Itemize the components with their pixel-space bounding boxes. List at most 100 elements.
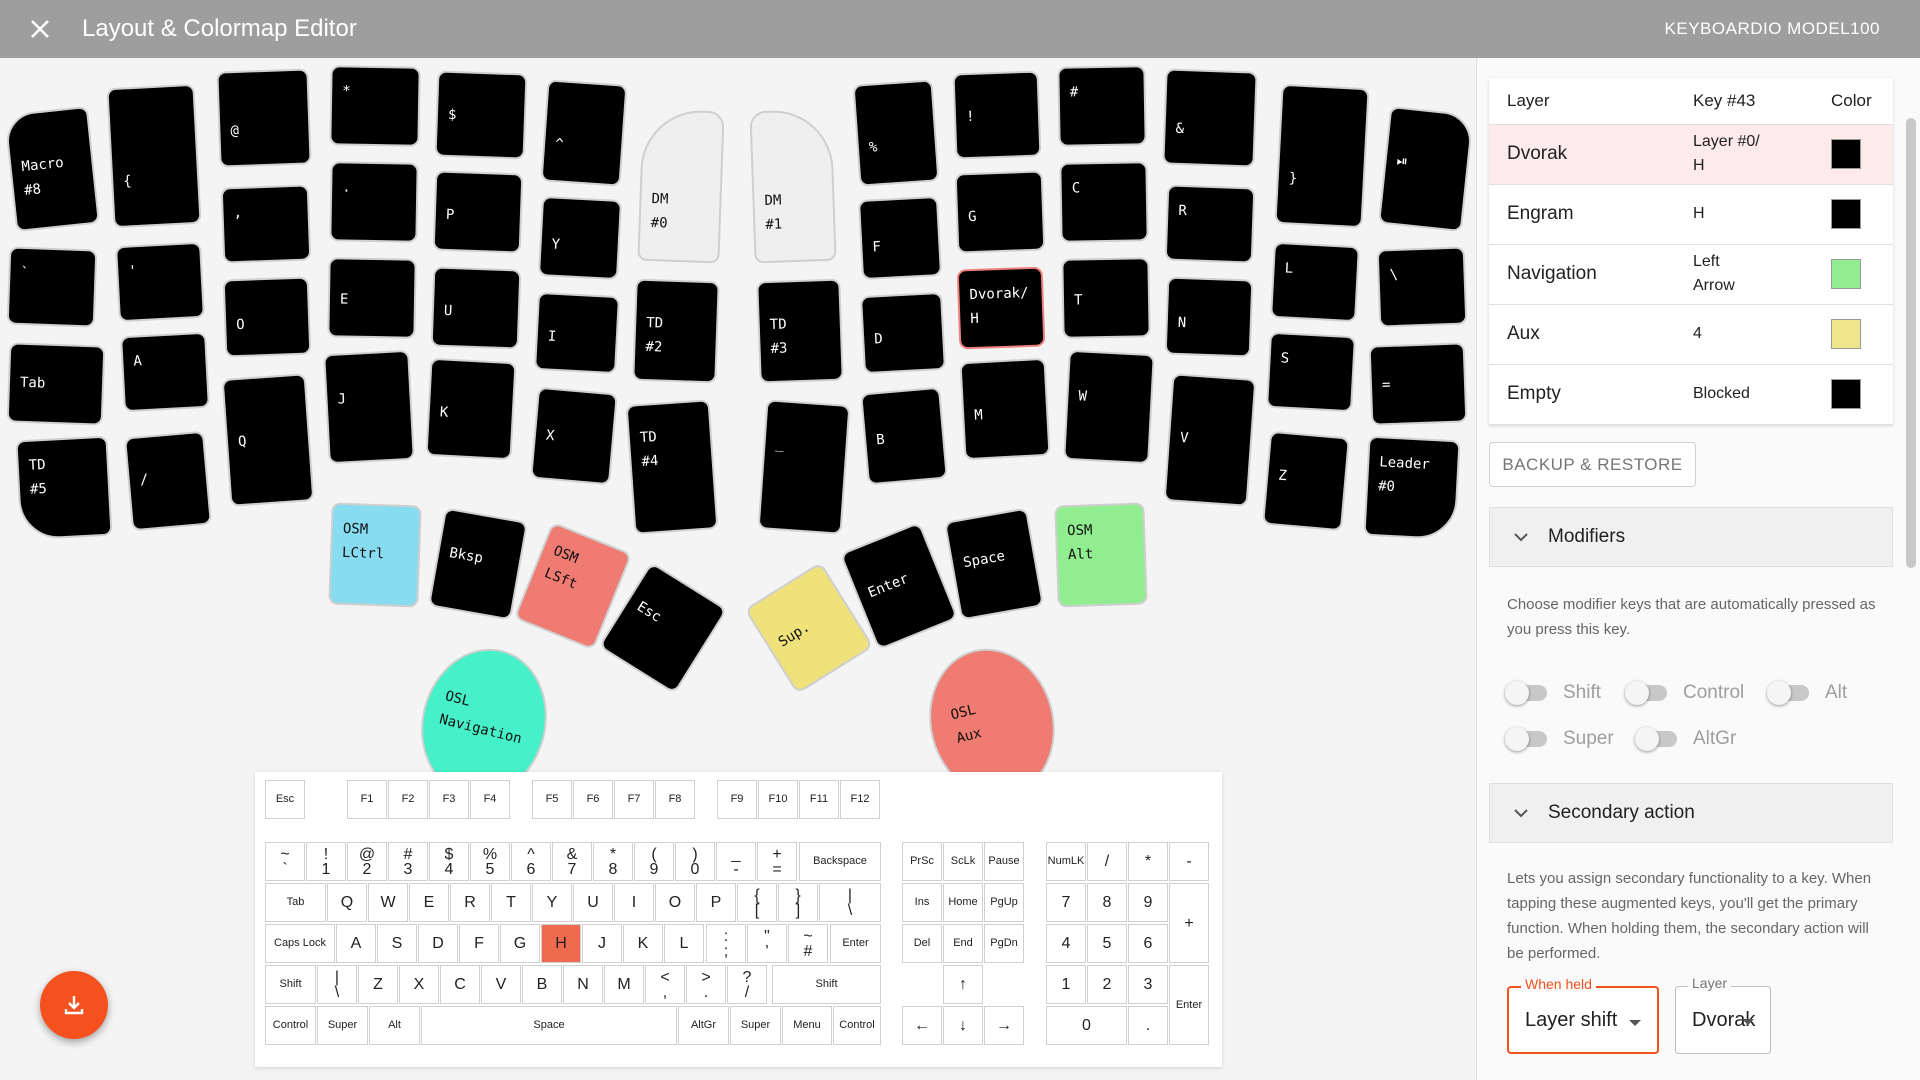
key-alt[interactable]: Alt xyxy=(369,1006,420,1045)
toggle-alt[interactable]: Alt xyxy=(1767,681,1847,705)
key-punct[interactable]: ? / xyxy=(727,965,767,1004)
key-letter[interactable]: V xyxy=(481,965,521,1004)
layout-key[interactable]: Q xyxy=(221,373,315,507)
key-num-3[interactable]: 3 xyxy=(1128,965,1168,1004)
key-f7[interactable]: F7 xyxy=(614,780,654,819)
key-punct[interactable]: " ' xyxy=(747,924,787,963)
key-f6[interactable]: F6 xyxy=(573,780,613,819)
layout-key[interactable]: / xyxy=(124,430,212,532)
layout-key[interactable]: Y xyxy=(537,195,623,281)
key-letter-selected[interactable]: H xyxy=(541,924,581,963)
toggle-shift[interactable]: Shift xyxy=(1505,681,1601,705)
layout-key[interactable]: @ xyxy=(216,68,312,168)
color-swatch[interactable] xyxy=(1831,379,1861,409)
key-num-multiply[interactable]: * xyxy=(1128,842,1168,881)
key-f12[interactable]: F12 xyxy=(840,780,880,819)
key-letter[interactable]: Z xyxy=(358,965,398,1004)
key-num-minus[interactable]: - xyxy=(1169,842,1209,881)
layout-key[interactable]: Tab xyxy=(6,342,106,426)
key-pipe[interactable]: | \ xyxy=(317,965,357,1004)
layout-key[interactable]: D xyxy=(860,291,946,375)
layer-row[interactable]: Aux 4 xyxy=(1489,304,1893,365)
layout-key[interactable]: ^ xyxy=(540,79,628,187)
key-letter[interactable]: T xyxy=(491,883,531,922)
key-punct[interactable]: :; xyxy=(706,924,746,963)
key-letter[interactable]: R xyxy=(450,883,490,922)
layout-key[interactable]: TD #5 xyxy=(15,435,113,541)
key-bracket[interactable]: | \ xyxy=(819,883,881,922)
layout-key[interactable]: { xyxy=(106,83,202,229)
layout-key[interactable]: Z xyxy=(1262,430,1350,532)
key-backspace[interactable]: Backspace xyxy=(799,842,881,881)
layout-key[interactable]: T xyxy=(1061,257,1151,339)
key-letter[interactable]: N xyxy=(563,965,603,1004)
key-num-row[interactable]: $4 xyxy=(429,842,469,881)
key-f5[interactable]: F5 xyxy=(532,780,572,819)
key-num-1[interactable]: 1 xyxy=(1046,965,1086,1004)
key-punct[interactable]: ~ # xyxy=(788,924,828,963)
when-held-select[interactable]: When held Layer shift xyxy=(1507,976,1659,1054)
key-super-left[interactable]: Super xyxy=(317,1006,368,1045)
key-letter[interactable]: D xyxy=(418,924,458,963)
layout-key[interactable]: Bksp xyxy=(427,507,529,621)
key-num-row[interactable]: ) 0 xyxy=(675,842,715,881)
layout-key[interactable]: X xyxy=(530,386,618,486)
key-num-dot[interactable]: . xyxy=(1128,1006,1168,1045)
layer-row[interactable]: Engram H xyxy=(1489,184,1893,245)
layout-key[interactable]: I xyxy=(534,291,620,375)
layout-key[interactable]: . xyxy=(329,161,419,243)
toggle-super[interactable]: Super xyxy=(1505,727,1614,751)
key-letter[interactable]: O xyxy=(655,883,695,922)
key-num-0[interactable]: 0 xyxy=(1046,1006,1127,1045)
key-pause[interactable]: Pause xyxy=(984,842,1024,881)
key-shift-left[interactable]: Shift xyxy=(265,965,316,1004)
key-num-9[interactable]: 9 xyxy=(1128,883,1168,922)
key-letter[interactable]: C xyxy=(440,965,480,1004)
layer-select[interactable]: Layer Dvorak xyxy=(1675,975,1771,1054)
close-icon[interactable] xyxy=(22,11,58,47)
layout-key[interactable]: OSM Alt xyxy=(1054,502,1148,608)
key-esc[interactable]: Esc xyxy=(265,780,305,819)
layout-key[interactable]: J xyxy=(323,349,415,465)
key-num-row[interactable]: & 7 xyxy=(552,842,592,881)
modifiers-accordion[interactable]: Modifiers xyxy=(1489,507,1893,567)
scrollbar[interactable] xyxy=(1906,118,1916,568)
layer-row[interactable]: Empty Blocked xyxy=(1489,364,1893,425)
layout-key[interactable]: = xyxy=(1368,342,1468,426)
key-letter[interactable]: E xyxy=(409,883,449,922)
key-control-right[interactable]: Control xyxy=(833,1006,881,1045)
key-letter[interactable]: Q xyxy=(327,883,367,922)
layout-key[interactable]: # xyxy=(1057,65,1147,147)
key-f1[interactable]: F1 xyxy=(347,780,387,819)
key-letter[interactable]: P xyxy=(696,883,736,922)
layout-key[interactable]: DM #0 xyxy=(637,108,725,264)
layout-key[interactable]: E xyxy=(327,257,417,339)
layout-key[interactable]: & xyxy=(1162,68,1258,168)
layout-key[interactable]: U xyxy=(430,266,522,350)
key-num-row[interactable]: ^ 6 xyxy=(511,842,551,881)
layout-key[interactable]: ! xyxy=(952,70,1042,160)
key-num-row[interactable]: ! 1 xyxy=(306,842,346,881)
key-letter[interactable]: K xyxy=(623,924,663,963)
key-f11[interactable]: F11 xyxy=(799,780,839,819)
key-num-row[interactable]: @2 xyxy=(347,842,387,881)
download-button[interactable] xyxy=(40,971,108,1039)
arrow-left-key[interactable]: ← xyxy=(902,1006,942,1045)
key-letter[interactable]: W xyxy=(368,883,408,922)
layout-key[interactable]: } xyxy=(1274,83,1370,229)
key-letter[interactable]: S xyxy=(377,924,417,963)
color-swatch[interactable] xyxy=(1831,199,1861,229)
layout-key[interactable]: R xyxy=(1164,184,1256,264)
key-control-left[interactable]: Control xyxy=(265,1006,316,1045)
key-letter[interactable]: G xyxy=(500,924,540,963)
secondary-action-accordion[interactable]: Secondary action xyxy=(1489,783,1893,843)
key-tab[interactable]: Tab xyxy=(265,883,326,922)
key-f2[interactable]: F2 xyxy=(388,780,428,819)
layout-key[interactable]: M xyxy=(959,357,1051,461)
key-altgr[interactable]: AltGr xyxy=(678,1006,729,1045)
color-swatch[interactable] xyxy=(1831,259,1861,289)
layout-key[interactable]: G xyxy=(954,170,1046,254)
key-f8[interactable]: F8 xyxy=(655,780,695,819)
layout-key[interactable]: Space xyxy=(943,507,1045,621)
layout-key[interactable]: OSM LCtrl xyxy=(328,502,422,608)
